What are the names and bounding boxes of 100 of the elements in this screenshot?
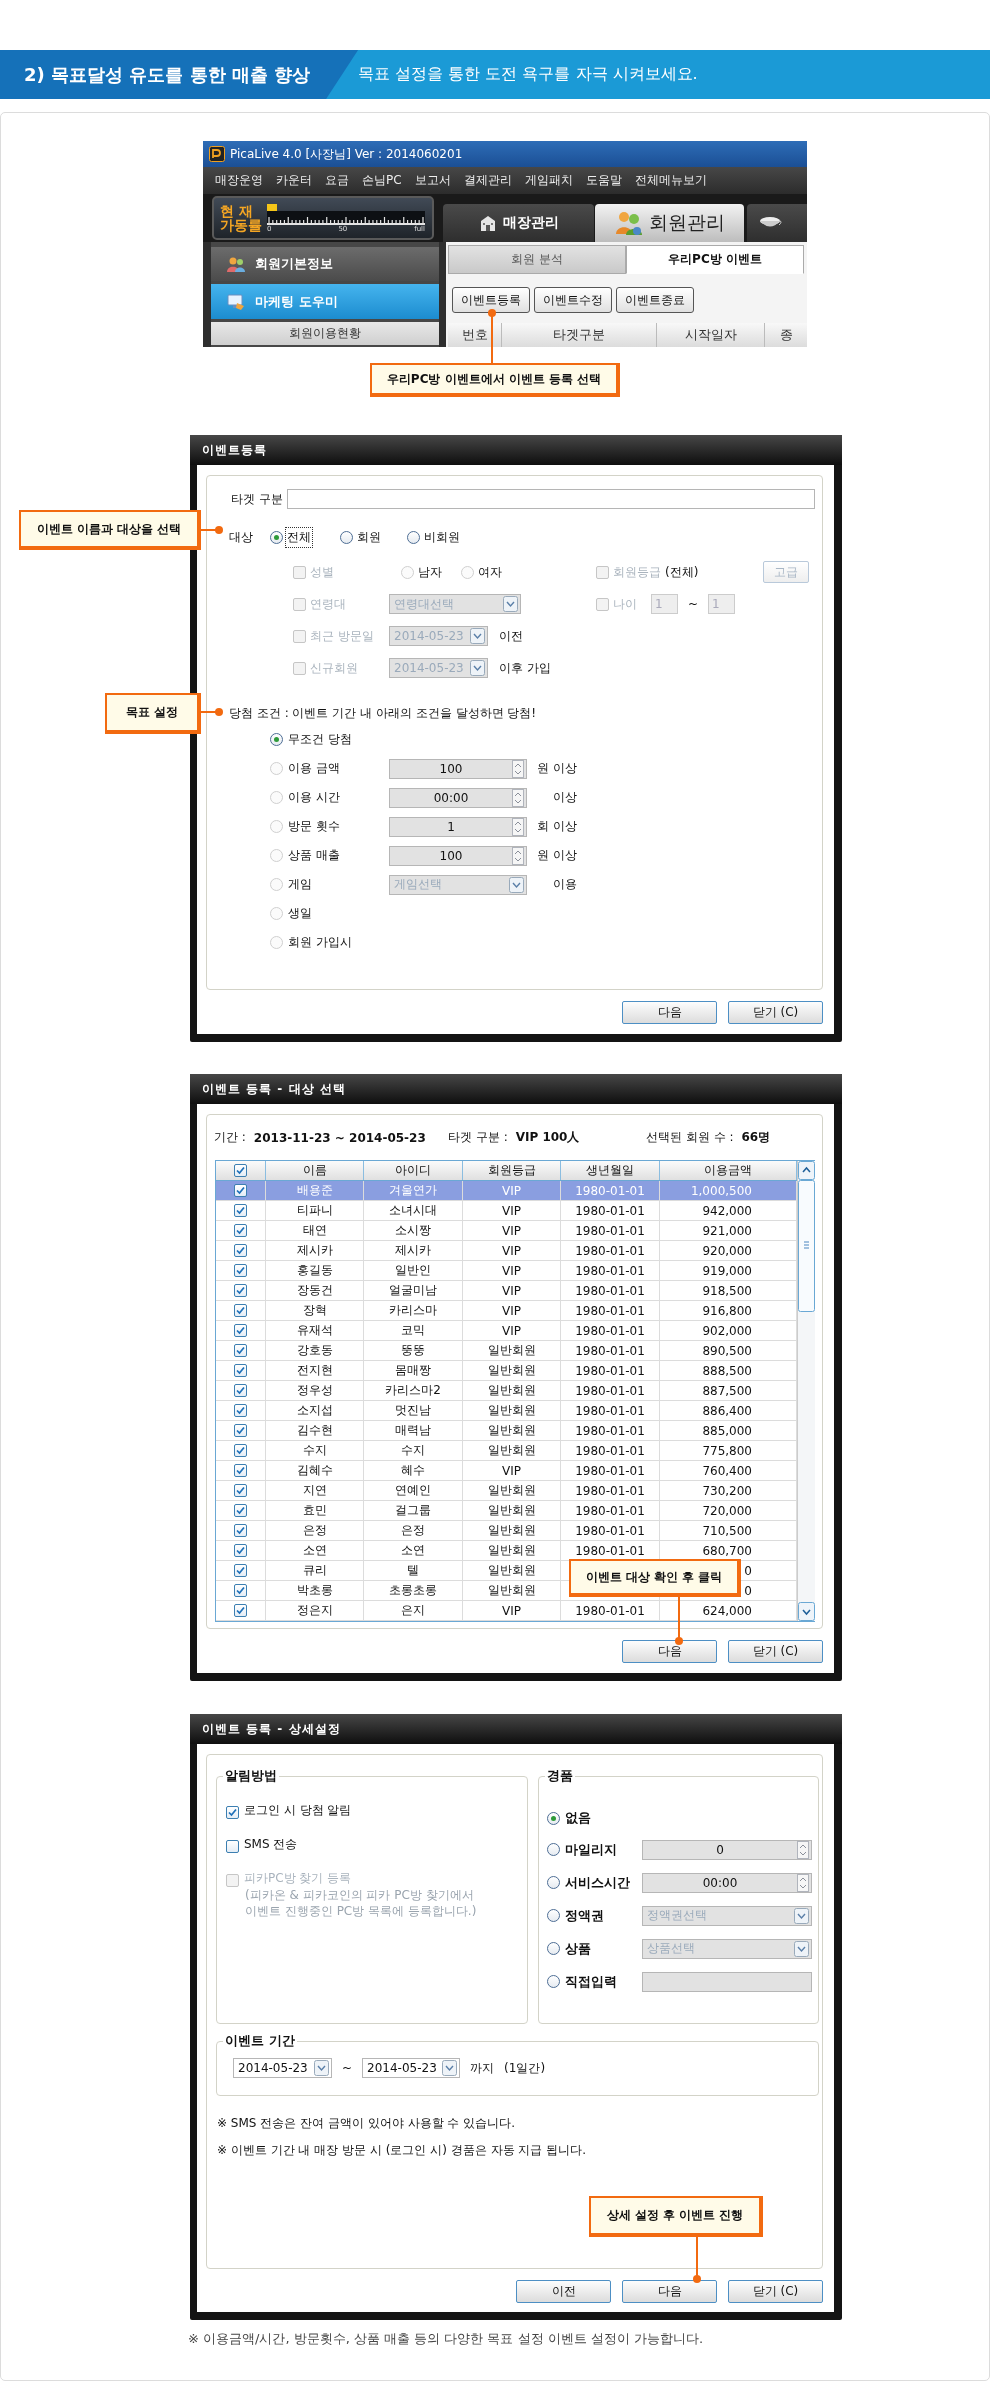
chevron-down-icon[interactable] [503,596,518,612]
number-field[interactable]: 100 [389,758,527,779]
radio-button[interactable] [547,1909,560,1922]
checkbox[interactable] [234,1264,247,1277]
table-row[interactable]: 은정 은정 일반회원 1980-01-01 710,500 [216,1521,797,1541]
spinner-icon[interactable] [512,759,524,778]
menu-item[interactable]: 도움말 [585,172,622,189]
next-button[interactable]: 다음 [622,2280,717,2303]
table-row[interactable]: 유재석 코믹 VIP 1980-01-01 902,000 [216,1321,797,1341]
number-field[interactable]: 00:00 [642,1872,812,1893]
chevron-down-icon[interactable] [314,2060,329,2076]
radio-button[interactable] [547,1975,560,1988]
checkbox[interactable] [234,1464,247,1477]
checkbox[interactable] [234,1204,247,1217]
spinner-icon[interactable] [797,1873,809,1892]
number-field[interactable]: 00:00 [389,787,527,808]
toolbar-button[interactable]: 이벤트등록 [452,287,530,313]
chevron-up-icon[interactable] [798,1161,815,1180]
menu-item[interactable]: 보고서 [414,172,451,189]
menu-item[interactable]: 손님PC [362,172,402,189]
spinner-icon[interactable] [797,1840,809,1859]
chevron-down-icon[interactable] [442,2060,458,2076]
close-button[interactable]: 닫기 (C) [728,1640,823,1663]
checkbox[interactable] [234,1504,247,1517]
tab[interactable]: 회원관리 [595,204,744,242]
checkbox[interactable] [234,1484,247,1497]
table-row[interactable]: 소지섭 멋진남 일반회원 1980-01-01 886,400 [216,1401,797,1421]
number-field[interactable]: 100 [389,845,527,866]
table-row[interactable]: 정은지 은지 VIP 1980-01-01 624,000 [216,1601,797,1621]
number-field[interactable]: 1 [389,816,527,837]
next-button[interactable]: 다음 [622,1001,717,1024]
table-row[interactable]: 김수현 매력남 일반회원 1980-01-01 885,000 [216,1421,797,1441]
checkbox[interactable] [234,1344,247,1357]
checkbox[interactable] [234,1284,247,1297]
table-row[interactable]: 장혁 카리스마 VIP 1980-01-01 916,800 [216,1301,797,1321]
tab[interactable] [747,204,807,242]
table-row[interactable]: 티파니 소녀시대 VIP 1980-01-01 942,000 [216,1201,797,1221]
checkbox[interactable] [234,1324,247,1337]
checkbox[interactable] [234,1164,247,1177]
table-row[interactable]: 김혜수 혜수 VIP 1980-01-01 760,400 [216,1461,797,1481]
toolbar-button[interactable]: 이벤트종료 [616,287,694,313]
radio-button[interactable] [270,530,283,544]
table-row[interactable]: 태연 소시짱 VIP 1980-01-01 921,000 [216,1221,797,1241]
tab[interactable]: 매장관리 [443,204,594,242]
close-button[interactable]: 닫기 (C) [728,1001,823,1024]
radio-button[interactable] [547,1942,560,1955]
table-row[interactable]: 강호동 뚱뚱 일반회원 1980-01-01 890,500 [216,1341,797,1361]
table-row[interactable]: 제시카 제시카 VIP 1980-01-01 920,000 [216,1241,797,1261]
checkbox[interactable] [234,1424,247,1437]
radio-button[interactable] [547,1843,560,1856]
table-row[interactable]: 전지현 몸매짱 일반회원 1980-01-01 888,500 [216,1361,797,1381]
tab[interactable]: 우리PC방 이벤트 [626,245,804,274]
chevron-down-icon[interactable] [470,628,485,644]
checkbox[interactable] [234,1584,247,1597]
menu-item[interactable]: 게임패치 [524,172,573,189]
scrollbar-thumb[interactable] [798,1180,815,1312]
table-row[interactable]: 지연 연예인 일반회원 1980-01-01 730,200 [216,1481,797,1501]
spinner-icon[interactable] [512,788,524,807]
radio-button[interactable] [270,733,283,746]
checkbox[interactable] [234,1404,247,1417]
date-picker[interactable]: 2014-05-23 [362,2058,461,2078]
table-row[interactable]: 수지 수지 일반회원 1980-01-01 775,800 [216,1441,797,1461]
sidebar-item[interactable]: 회원기본정보 [211,247,439,281]
menu-item[interactable]: 요금 [325,172,349,189]
spinner-icon[interactable] [512,846,524,865]
spinner-icon[interactable] [512,817,524,836]
close-button[interactable]: 닫기 (C) [728,2280,823,2303]
table-row[interactable]: 홍길동 일반인 VIP 1980-01-01 919,000 [216,1261,797,1281]
checkbox[interactable] [226,1840,239,1853]
toolbar-button[interactable]: 이벤트수정 [534,287,612,313]
number-field[interactable]: 0 [642,1839,812,1860]
checkbox[interactable] [226,1806,239,1819]
chevron-down-icon[interactable] [794,1907,809,1924]
next-button[interactable]: 다음 [622,1640,717,1663]
radio-button[interactable] [340,530,353,544]
menu-item[interactable]: 매장운영 [215,172,263,189]
radio-button[interactable] [547,1811,560,1825]
checkbox[interactable] [234,1444,247,1457]
menu-item[interactable]: 카운터 [276,172,312,189]
checkbox[interactable] [234,1544,247,1557]
checkbox[interactable] [234,1224,247,1237]
date-picker[interactable]: 2014-05-23 [233,2058,332,2078]
chevron-down-icon[interactable] [794,1940,809,1957]
table-row[interactable]: 정우성 카리스마2 일반회원 1980-01-01 887,500 [216,1381,797,1401]
radio-button[interactable] [547,1876,560,1889]
menu-item[interactable]: 결제관리 [463,172,512,189]
input-field[interactable] [287,489,815,509]
checkbox[interactable] [234,1184,247,1197]
table-row[interactable]: 장동건 얼굴미남 VIP 1980-01-01 918,500 [216,1281,797,1301]
checkbox[interactable] [234,1244,247,1257]
previous-button[interactable]: 이전 [516,2280,611,2303]
chevron-down-icon[interactable] [509,876,524,893]
checkbox[interactable] [234,1364,247,1377]
checkbox[interactable] [234,1304,247,1317]
input-field[interactable] [642,1971,812,1992]
checkbox[interactable] [234,1524,247,1537]
checkbox[interactable] [234,1604,247,1617]
chevron-down-icon[interactable] [470,660,485,676]
radio-button[interactable] [407,530,420,544]
checkbox[interactable] [234,1384,247,1397]
